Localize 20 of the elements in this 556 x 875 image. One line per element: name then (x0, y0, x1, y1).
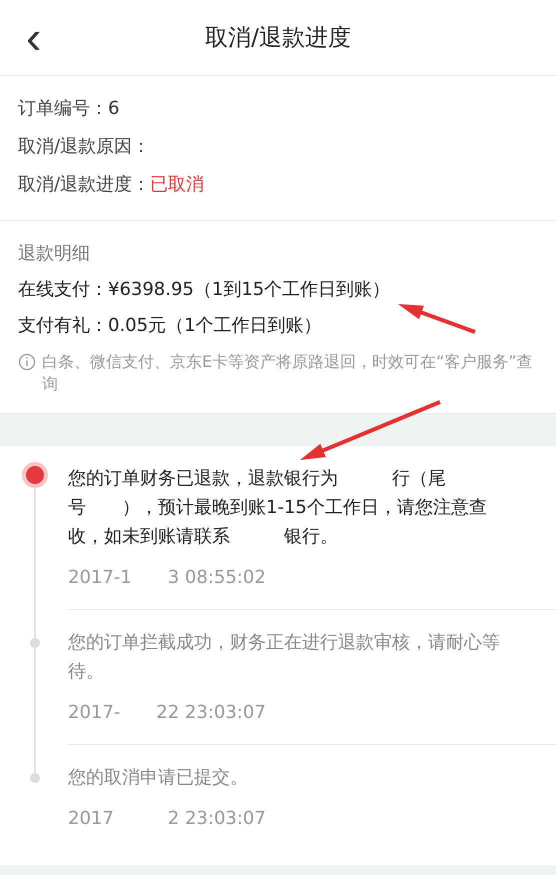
field-label: 取消/退款进度： (18, 173, 150, 197)
payment-label: 在线支付： (18, 278, 108, 302)
field-value: 6 (108, 97, 120, 121)
payment-amount: ¥6398.95（1到15个工作日到账） (108, 278, 390, 302)
field-label: 取消/退款原因： (18, 135, 150, 159)
field-label: 订单编号： (18, 97, 108, 121)
page-title: 取消/退款进度 (205, 24, 351, 53)
status-text: 已取消 (150, 173, 204, 197)
timeline-message: 您的取消申请已提交。 (68, 766, 249, 790)
back-button[interactable]: ‹ (18, 14, 50, 60)
payment-label: 支付有礼： (18, 314, 108, 338)
info-icon (18, 353, 36, 371)
timeline-time: 2017-1 3 08:55:02 (68, 566, 267, 589)
section-title: 退款明细 (18, 242, 90, 266)
timeline-message: 您的订单拦截成功，财务正在进行退款审核，请耐心等待。 (68, 631, 501, 684)
refund-note: 白条、微信支付、京东E卡等资产将原路退回，时效可在“客户服务”查询 (42, 351, 534, 395)
timeline-time: 2017- 22 23:03:07 (68, 701, 267, 724)
payment-amount: 0.05元（1个工作日到账） (108, 314, 322, 338)
timeline-message: 您的订单财务已退款，退款银行为 行（尾号 ），预计最晚到账1-15个工作日，请您注意查收，如未到账请联系 银行。 (68, 467, 488, 549)
timeline-time: 2017 2 23:03:07 (68, 807, 267, 830)
